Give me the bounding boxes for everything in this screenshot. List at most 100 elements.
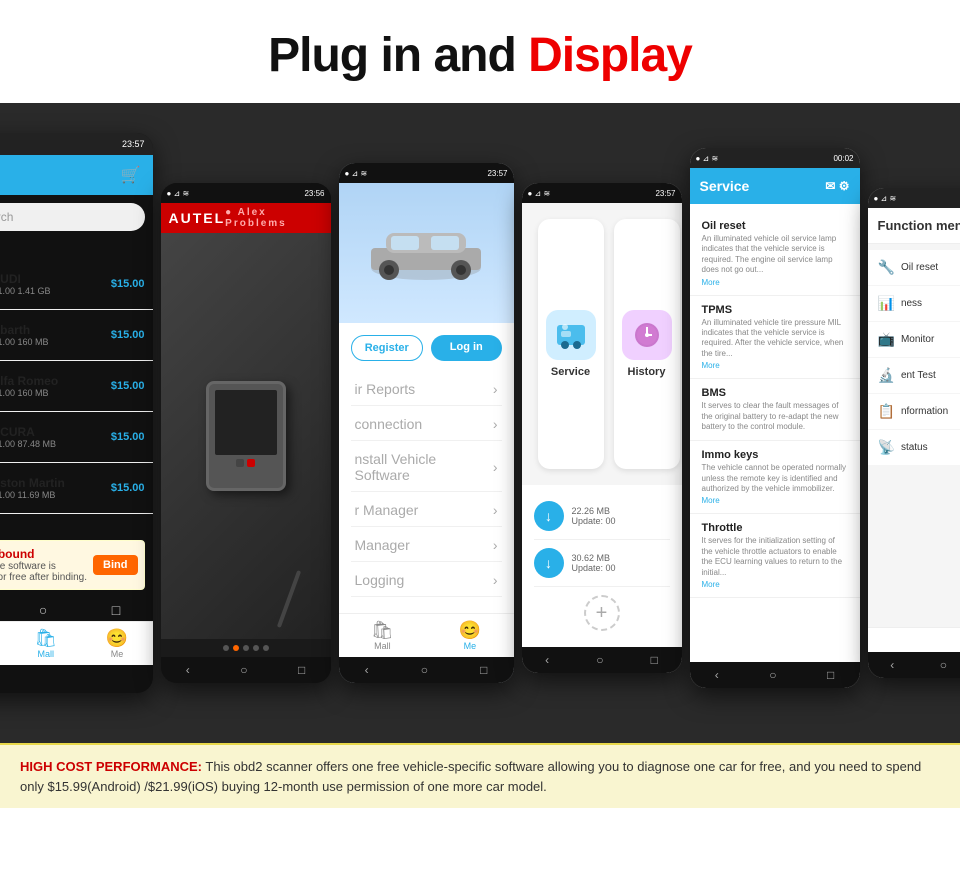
- autel-nav-home[interactable]: ○: [240, 663, 247, 677]
- autel-logo-bar: AUTEL ● Alex Problems: [161, 203, 331, 233]
- p3-item-reports[interactable]: ir Reports ›: [351, 373, 502, 406]
- me-icon: 😊: [106, 628, 128, 649]
- register-tab[interactable]: Register: [351, 335, 424, 361]
- phone1-android-nav: ‹ ○ □: [0, 596, 153, 624]
- p3-connection-arrow: ›: [493, 416, 498, 432]
- p5-android-nav: ‹ ○ □: [690, 662, 860, 688]
- p3-status-bar: ● ⊿ ≋ 23:57: [339, 163, 514, 183]
- dot-4: [253, 645, 259, 651]
- p6-nav-home[interactable]: ○: [940, 658, 947, 672]
- p5-status-icons: ● ⊿ ≋: [696, 154, 719, 163]
- bind-button[interactable]: Bind: [93, 555, 137, 575]
- service-tpms[interactable]: TPMS An illuminated vehicle tire pressur…: [690, 296, 860, 380]
- history-svg-icon: [629, 317, 665, 353]
- p3-manager1-arrow: ›: [493, 502, 498, 518]
- p3-status-time: 23:57: [487, 169, 507, 178]
- p3-nav-recents[interactable]: □: [480, 663, 487, 677]
- car-item-aston[interactable]: ASTON MARTIN Aston Martin V1.00 11.69 MB…: [0, 463, 153, 514]
- header-section: Plug in and Display: [0, 0, 960, 103]
- phone-mall: 📶 ⊿ ≋ ⊙ ✉ 23:57 Mall 🛒 🔍 Search A AUDI A…: [0, 133, 153, 693]
- p3-item-manager2[interactable]: Manager ›: [351, 529, 502, 562]
- p4-file-1: ↓ 22.26 MB Update: 00: [534, 493, 670, 540]
- section-b-label: B: [0, 514, 153, 534]
- autel-nav-back[interactable]: ‹: [186, 663, 190, 677]
- p3-nav-mall[interactable]: 🛍 Mall: [371, 620, 394, 651]
- p5-header-bar: Service ✉ ⚙: [690, 168, 860, 204]
- nav-home-circle-icon[interactable]: ○: [39, 602, 47, 618]
- p3-item-install[interactable]: nstall Vehicle Software ›: [351, 443, 502, 492]
- p6-item-oil[interactable]: 🔧 Oil reset ℹ: [868, 250, 960, 285]
- p4-file-info-1: 22.26 MB Update: 00: [572, 506, 670, 526]
- p4-nav-home[interactable]: ○: [596, 653, 603, 667]
- nav-mall[interactable]: 🛍 Mall: [34, 628, 57, 659]
- autel-nav-recents[interactable]: □: [298, 663, 305, 677]
- p3-reports-arrow: ›: [493, 381, 498, 397]
- car-item-abarth[interactable]: ABARTH Abarth V1.00 160 MB $15.00: [0, 310, 153, 361]
- autel-status-icons: ● ⊿ ≋: [167, 189, 190, 198]
- car-item-acura[interactable]: ACURA ACURA V1.00 87.48 MB $15.00: [0, 412, 153, 463]
- page-title: Plug in and Display: [20, 28, 940, 83]
- p6-item-monitor[interactable]: 📺 Monitor ℹ: [868, 322, 960, 357]
- nav-recents-icon[interactable]: □: [112, 602, 120, 618]
- search-bar[interactable]: 🔍 Search: [0, 203, 145, 231]
- car-item-audi[interactable]: AUDI AUDI V1.00 1.41 GB $15.00: [0, 259, 153, 310]
- service-oil-reset[interactable]: Oil reset An illuminated vehicle oil ser…: [690, 212, 860, 296]
- vci-title: VCI not bound: [0, 547, 93, 561]
- p4-nav-back[interactable]: ‹: [545, 653, 549, 667]
- login-tab[interactable]: Log in: [431, 335, 502, 361]
- phone-autel: ● ⊿ ≋ 23:56 AUTEL ● Alex Problems: [161, 183, 331, 683]
- car-info-aston: Aston Martin V1.00 11.69 MB: [0, 476, 103, 500]
- service-throttle[interactable]: Throttle It serves for the initializatio…: [690, 514, 860, 598]
- p3-item-manager1[interactable]: r Manager ›: [351, 494, 502, 527]
- dot-3: [243, 645, 249, 651]
- service-bms[interactable]: BMS It serves to clear the fault message…: [690, 379, 860, 441]
- dot-2: [233, 645, 239, 651]
- p4-file-icon-2: ↓: [534, 548, 564, 578]
- p6-header-title: Function menu: [878, 218, 960, 233]
- p4-icons-grid: Service History: [522, 203, 682, 485]
- test-icon: 🔬: [878, 367, 895, 384]
- car-info-abarth: Abarth V1.00 160 MB: [0, 323, 103, 347]
- icons-inner: ● ⊿ ≋ 23:57 Service: [522, 183, 682, 673]
- section-a-label: A: [0, 239, 153, 259]
- cart-icon[interactable]: 🛒: [121, 165, 141, 185]
- autel-brand: AUTEL: [169, 210, 226, 226]
- p3-item-connection[interactable]: connection ›: [351, 408, 502, 441]
- p3-logging-arrow: ›: [493, 572, 498, 588]
- login-inner: ● ⊿ ≋ 23:57 Register: [339, 163, 514, 683]
- p3-nav-me[interactable]: 😊 Me: [459, 620, 481, 651]
- status-time-1: 23:57: [122, 139, 145, 149]
- dot-5: [263, 645, 269, 651]
- p4-status-time: 23:57: [655, 189, 675, 198]
- p3-manager2-label: Manager: [355, 537, 410, 553]
- p5-nav-home[interactable]: ○: [769, 668, 776, 682]
- vci-desc: One vehicle software is available for fr…: [0, 561, 93, 583]
- p6-item-info[interactable]: 📋 nformation ℹ: [868, 394, 960, 429]
- p4-nav-recents[interactable]: □: [651, 653, 658, 667]
- service-icon-item[interactable]: Service: [538, 219, 604, 469]
- p5-nav-back[interactable]: ‹: [715, 668, 719, 682]
- autel-status-bar: ● ⊿ ≋ 23:56: [161, 183, 331, 203]
- add-button[interactable]: +: [584, 595, 620, 631]
- p6-item-test[interactable]: 🔬 ent Test ℹ: [868, 358, 960, 393]
- title-highlight: Display: [528, 29, 692, 82]
- service-immo-keys[interactable]: Immo keys The vehicle cannot be operated…: [690, 441, 860, 514]
- p6-item-status[interactable]: 📡 status ℹ: [868, 430, 960, 465]
- p3-item-logging[interactable]: Logging ›: [351, 564, 502, 597]
- p3-nav-home[interactable]: ○: [421, 663, 428, 677]
- car-item-alfa[interactable]: ALFA ROMEO Alfa Romeo V1.00 160 MB $15.0…: [0, 361, 153, 412]
- p3-menu-list: ir Reports › connection › nstall Vehicle…: [351, 373, 502, 597]
- p5-header-icons: ✉ ⚙: [825, 179, 849, 193]
- p4-file-info-2: 30.62 MB Update: 00: [572, 553, 670, 573]
- p3-manager1-label: r Manager: [355, 502, 419, 518]
- p6-esc-section: ESC: [868, 627, 960, 652]
- bottom-note: HIGH COST PERFORMANCE: This obd2 scanner…: [0, 743, 960, 808]
- p6-nav-back[interactable]: ‹: [890, 658, 894, 672]
- history-icon-circle: [622, 310, 672, 360]
- p5-nav-recents[interactable]: □: [827, 668, 834, 682]
- p3-nav-back[interactable]: ‹: [365, 663, 369, 677]
- ness-icon: 📊: [878, 295, 895, 312]
- nav-me[interactable]: 😊 Me: [106, 628, 128, 659]
- history-icon-item[interactable]: History: [614, 219, 680, 469]
- p6-item-ness[interactable]: 📊 ness ℹ: [868, 286, 960, 321]
